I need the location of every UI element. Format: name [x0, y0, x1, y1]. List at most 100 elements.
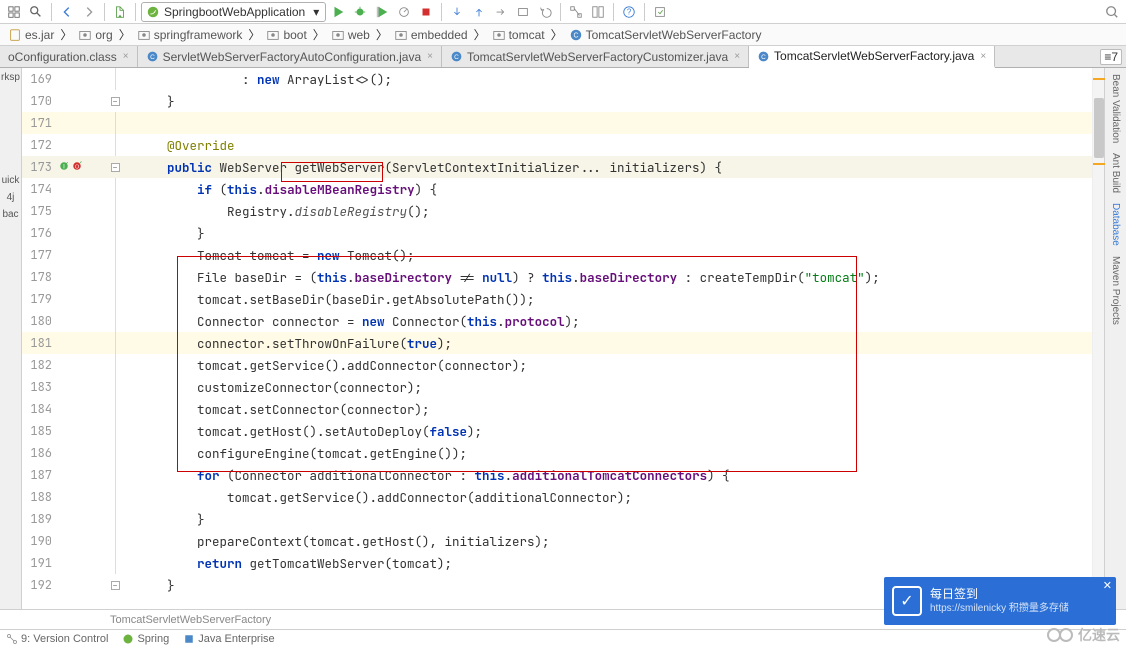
- code-text[interactable]: File baseDir = (this.baseDirectory != nu…: [122, 269, 880, 286]
- code-line[interactable]: 190 prepareContext(tomcat.getHost(), ini…: [22, 530, 1104, 552]
- run-config-dropdown[interactable]: SpringbootWebApplication ▾: [141, 2, 326, 22]
- compile-icon[interactable]: [110, 2, 130, 22]
- line-number[interactable]: 186: [22, 445, 58, 461]
- code-line[interactable]: 180 Connector connector = new Connector(…: [22, 310, 1104, 332]
- line-number[interactable]: 169: [22, 71, 58, 87]
- crumb-class[interactable]: CTomcatServletWebServerFactory: [565, 28, 766, 42]
- code-text[interactable]: configureEngine(tomcat.getEngine());: [122, 445, 467, 462]
- code-line[interactable]: 187 for (Connector additionalConnector :…: [22, 464, 1104, 486]
- crumb-pkg[interactable]: embedded: [390, 28, 472, 42]
- right-tool-strip[interactable]: Bean Validation Ant Build Database Maven…: [1104, 68, 1126, 609]
- code-line[interactable]: 191 return getTomcatWebServer(tomcat);: [22, 552, 1104, 574]
- code-text[interactable]: @Override: [122, 137, 235, 154]
- notification-toast[interactable]: ✓ 每日签到 https://smilenicky 积攒量多存储 ✕: [884, 577, 1116, 625]
- back-icon[interactable]: [57, 2, 77, 22]
- line-number[interactable]: 185: [22, 423, 58, 439]
- code-line[interactable]: 177 Tomcat tomcat = new Tomcat();: [22, 244, 1104, 266]
- vcs-update-icon[interactable]: [447, 2, 467, 22]
- line-number[interactable]: 172: [22, 137, 58, 153]
- code-text[interactable]: }: [122, 577, 175, 594]
- code-line[interactable]: 189 }: [22, 508, 1104, 530]
- line-number[interactable]: 191: [22, 555, 58, 571]
- crumb-pkg[interactable]: web: [327, 28, 374, 42]
- vcs-history-icon[interactable]: [513, 2, 533, 22]
- override-icon[interactable]: O: [71, 160, 83, 175]
- run-icon[interactable]: [328, 2, 348, 22]
- code-text[interactable]: if (this.disableMBeanRegistry) {: [122, 181, 437, 198]
- coverage-icon[interactable]: [372, 2, 392, 22]
- line-number[interactable]: 192: [22, 577, 58, 593]
- crumb-pkg[interactable]: org: [74, 28, 116, 42]
- code-line[interactable]: 178 File baseDir = (this.baseDirectory !…: [22, 266, 1104, 288]
- close-icon[interactable]: ×: [123, 51, 129, 62]
- code-line[interactable]: 179 tomcat.setBaseDir(baseDir.getAbsolut…: [22, 288, 1104, 310]
- left-strip-item[interactable]: 4j: [7, 192, 15, 203]
- line-number[interactable]: 189: [22, 511, 58, 527]
- code-text[interactable]: : new ArrayList<>();: [122, 71, 392, 88]
- line-number[interactable]: 190: [22, 533, 58, 549]
- code-line[interactable]: 171: [22, 112, 1104, 134]
- code-line[interactable]: 169 : new ArrayList<>();: [22, 68, 1104, 90]
- line-number[interactable]: 171: [22, 115, 58, 131]
- impl-icon[interactable]: I: [58, 160, 70, 175]
- breadcrumb-bottom-label[interactable]: TomcatServletWebServerFactory: [110, 614, 271, 626]
- code-line[interactable]: 182 tomcat.getService().addConnector(con…: [22, 354, 1104, 376]
- code-text[interactable]: prepareContext(tomcat.getHost(), initial…: [122, 533, 550, 550]
- code-line[interactable]: 173IO − public WebServer getWebServer(Ser…: [22, 156, 1104, 178]
- fold-toggle-icon[interactable]: −: [111, 163, 120, 172]
- vcs-commit-icon[interactable]: [469, 2, 489, 22]
- code-line[interactable]: 172 @Override: [22, 134, 1104, 156]
- scrollbar-thumb[interactable]: [1094, 98, 1104, 158]
- fold-toggle-icon[interactable]: −: [111, 581, 120, 590]
- code-text[interactable]: Connector connector = new Connector(this…: [122, 313, 580, 330]
- code-line[interactable]: 170− }: [22, 90, 1104, 112]
- code-text[interactable]: }: [122, 511, 205, 528]
- layout-icon[interactable]: [588, 2, 608, 22]
- code-text[interactable]: tomcat.setBaseDir(baseDir.getAbsolutePat…: [122, 291, 535, 308]
- line-number[interactable]: 173: [22, 159, 58, 175]
- close-icon[interactable]: ×: [427, 51, 433, 62]
- right-strip-item[interactable]: Ant Build: [1110, 153, 1121, 193]
- line-number[interactable]: 177: [22, 247, 58, 263]
- code-text[interactable]: return getTomcatWebServer(tomcat);: [122, 555, 452, 572]
- editor-tab[interactable]: oConfiguration.class×: [0, 46, 138, 67]
- code-line[interactable]: 176 }: [22, 222, 1104, 244]
- line-number[interactable]: 178: [22, 269, 58, 285]
- profile-icon[interactable]: [394, 2, 414, 22]
- code-text[interactable]: Registry.disableRegistry();: [122, 203, 430, 220]
- debug-icon[interactable]: [350, 2, 370, 22]
- structure-icon[interactable]: [566, 2, 586, 22]
- crumb-pkg[interactable]: springframework: [133, 28, 247, 42]
- line-number[interactable]: 180: [22, 313, 58, 329]
- line-number[interactable]: 187: [22, 467, 58, 483]
- code-editor[interactable]: 169 : new ArrayList<>();170− }171 172 @O…: [22, 68, 1104, 609]
- code-text[interactable]: [122, 115, 152, 132]
- line-number[interactable]: 181: [22, 335, 58, 351]
- right-strip-item[interactable]: Bean Validation: [1110, 74, 1121, 143]
- expand-all-icon[interactable]: [4, 2, 24, 22]
- left-strip-item[interactable]: rksp: [1, 72, 20, 83]
- code-text[interactable]: tomcat.getService().addConnector(additio…: [122, 489, 632, 506]
- code-text[interactable]: tomcat.getService().addConnector(connect…: [122, 357, 527, 374]
- vcs-push-icon[interactable]: [491, 2, 511, 22]
- settings-sync-icon[interactable]: [650, 2, 670, 22]
- code-text[interactable]: }: [122, 225, 205, 242]
- code-line[interactable]: 181 connector.setThrowOnFailure(true);: [22, 332, 1104, 354]
- right-strip-item[interactable]: Maven Projects: [1110, 256, 1121, 325]
- find-icon[interactable]: [26, 2, 46, 22]
- code-text[interactable]: public WebServer getWebServer(ServletCon…: [122, 159, 722, 176]
- close-icon[interactable]: ×: [734, 51, 740, 62]
- code-text[interactable]: Tomcat tomcat = new Tomcat();: [122, 247, 415, 264]
- forward-icon[interactable]: [79, 2, 99, 22]
- code-line[interactable]: 184 tomcat.setConnector(connector);: [22, 398, 1104, 420]
- code-text[interactable]: for (Connector additionalConnector : thi…: [122, 467, 730, 484]
- line-number[interactable]: 176: [22, 225, 58, 241]
- status-item[interactable]: Spring: [122, 633, 169, 645]
- left-tool-strip[interactable]: rksp uick 4j bac: [0, 68, 22, 609]
- crumb-pkg[interactable]: tomcat: [488, 28, 549, 42]
- line-number[interactable]: 174: [22, 181, 58, 197]
- code-text[interactable]: tomcat.getHost().setAutoDeploy(false);: [122, 423, 482, 440]
- vcs-revert-icon[interactable]: [535, 2, 555, 22]
- close-icon[interactable]: ×: [980, 51, 986, 62]
- line-number[interactable]: 182: [22, 357, 58, 373]
